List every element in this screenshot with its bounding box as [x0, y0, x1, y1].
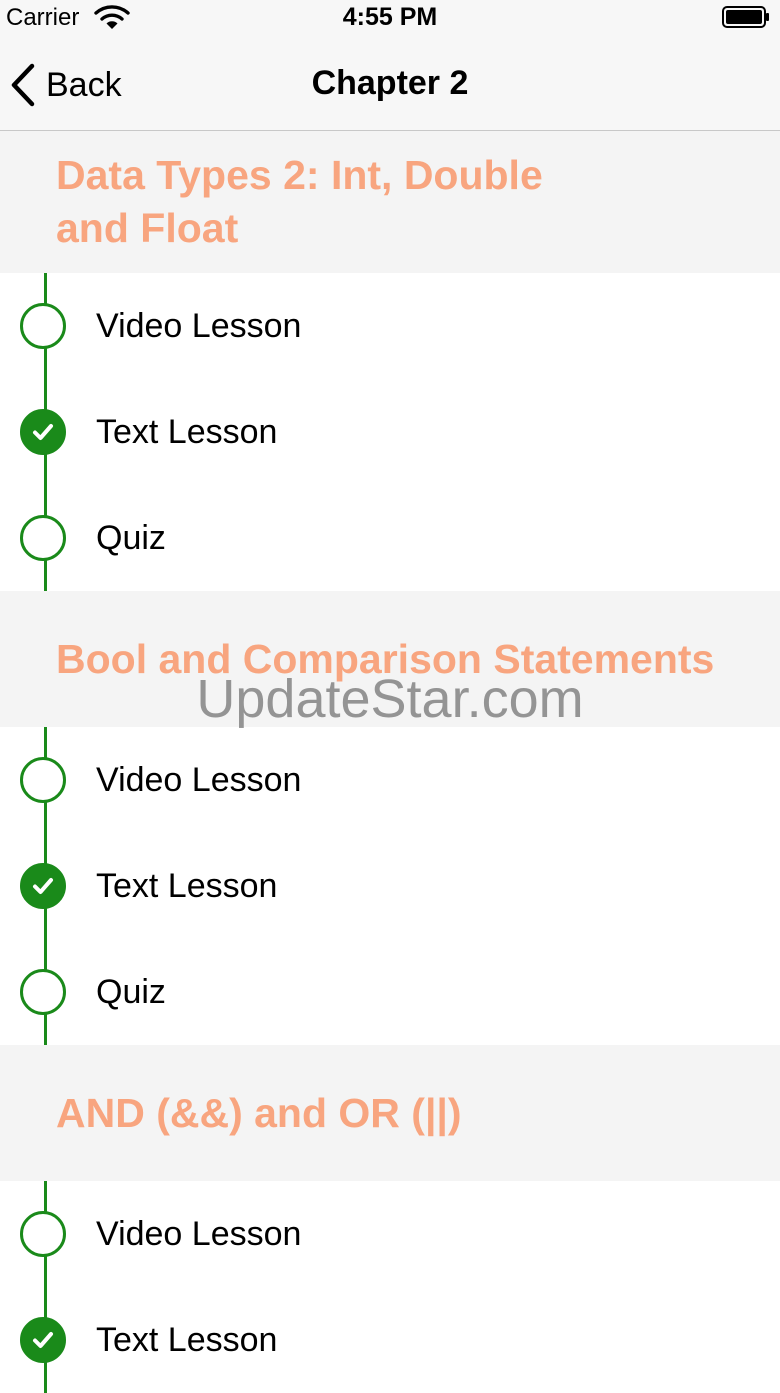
incomplete-circle-icon — [20, 969, 66, 1015]
section-header: Bool and Comparison Statements — [0, 591, 780, 727]
status-time: 4:55 PM — [342, 3, 438, 31]
lesson-list: Data Types 2: Int, Double and Float Vide… — [0, 131, 780, 1393]
list-item-video-lesson[interactable]: Video Lesson — [0, 1181, 780, 1287]
list-item-quiz[interactable]: Quiz — [0, 939, 780, 1045]
item-label: Text Lesson — [96, 1320, 278, 1359]
incomplete-circle-icon — [20, 1211, 66, 1257]
list-item-text-lesson[interactable]: Text Lesson — [0, 833, 780, 939]
section-header: Data Types 2: Int, Double and Float — [0, 131, 780, 273]
item-label: Text Lesson — [96, 412, 278, 451]
list-item-video-lesson[interactable]: Video Lesson — [0, 727, 780, 833]
section-header: AND (&&) and OR (||) — [0, 1045, 780, 1181]
section-title: Data Types 2: Int, Double and Float — [56, 152, 543, 251]
item-label: Video Lesson — [96, 1214, 302, 1253]
section-title: AND (&&) and OR (||) — [56, 1089, 462, 1136]
item-label: Text Lesson — [96, 866, 278, 905]
list-item-text-lesson[interactable]: Text Lesson — [0, 1287, 780, 1393]
checkmark-circle-icon — [20, 409, 66, 455]
incomplete-circle-icon — [20, 303, 66, 349]
checkmark-circle-icon — [20, 863, 66, 909]
page-title: Chapter 2 — [311, 64, 469, 102]
battery-icon — [722, 6, 769, 28]
incomplete-circle-icon — [20, 757, 66, 803]
item-label: Quiz — [96, 518, 166, 557]
list-item-text-lesson[interactable]: Text Lesson — [0, 379, 780, 485]
list-item-quiz[interactable]: Quiz — [0, 485, 780, 591]
item-label: Video Lesson — [96, 760, 302, 799]
section-items: Video Lesson Text Lesson — [0, 1181, 780, 1393]
section-items: Video Lesson Text Lesson Quiz — [0, 273, 780, 591]
list-item-video-lesson[interactable]: Video Lesson — [0, 273, 780, 379]
incomplete-circle-icon — [20, 515, 66, 561]
checkmark-circle-icon — [20, 1317, 66, 1363]
item-label: Quiz — [96, 972, 166, 1011]
status-bar: Carrier 4:55 PM — [0, 0, 780, 40]
item-label: Video Lesson — [96, 306, 302, 345]
section-title: Bool and Comparison Statements — [56, 635, 715, 682]
section-items: Video Lesson Text Lesson Quiz — [0, 727, 780, 1045]
navigation-bar: Back Chapter 2 — [0, 40, 780, 131]
